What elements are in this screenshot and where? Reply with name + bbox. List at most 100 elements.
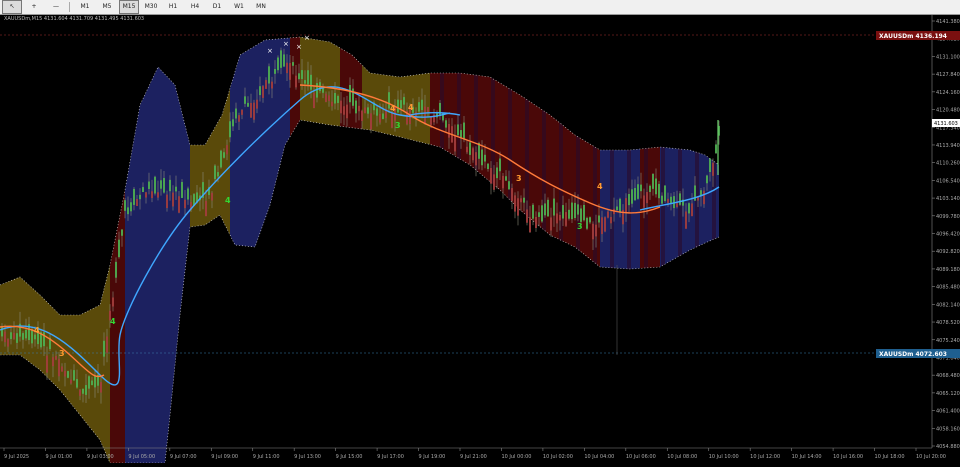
toolbar-separator: [69, 2, 70, 12]
timeframe-w1-button[interactable]: W1: [229, 0, 249, 14]
candle-body: [382, 113, 384, 120]
time-axis-label: 10 Jul 06:00: [626, 454, 656, 460]
candle-body: [457, 124, 459, 136]
candle-body: [34, 334, 36, 340]
candle-body: [487, 163, 489, 170]
candle-body: [598, 215, 600, 223]
time-axis-label: 9 Jul 2025: [4, 454, 29, 460]
candle-body: [616, 206, 618, 211]
candle-body: [148, 181, 150, 189]
candle-body: [271, 81, 273, 89]
candle-body: [64, 370, 66, 377]
candle-body: [277, 57, 279, 71]
candle-body: [619, 198, 621, 213]
price-axis-label: 4089.180: [936, 267, 960, 273]
candle-body: [634, 188, 636, 201]
candle-body: [1, 326, 3, 337]
candle-body: [283, 54, 285, 67]
price-axis-label: 4054.880: [936, 444, 960, 450]
candle-body: [571, 202, 573, 220]
candle-body: [661, 195, 663, 204]
candle-body: [265, 80, 267, 89]
candle-body: [640, 184, 642, 192]
crosshair-tool[interactable]: +: [24, 0, 44, 14]
time-axis-label: 9 Jul 15:00: [336, 454, 363, 460]
timeframe-mn-button[interactable]: MN: [251, 0, 271, 14]
candle-body: [67, 371, 69, 378]
candle-body: [289, 63, 291, 80]
timeframe-m30-button[interactable]: M30: [141, 0, 161, 14]
candle-body: [589, 217, 591, 223]
candle-body: [133, 188, 135, 205]
candle-body: [106, 336, 108, 353]
candle-body: [211, 192, 213, 201]
candle-body: [73, 370, 75, 381]
candle-body: [61, 366, 63, 372]
candle-body: [529, 217, 531, 233]
candle-body: [91, 380, 93, 386]
candle-body: [88, 376, 90, 389]
candle-body: [286, 62, 288, 74]
candle-body: [256, 99, 258, 109]
candle-body: [130, 202, 132, 212]
candle-body: [262, 86, 264, 98]
time-axis-label: 10 Jul 08:00: [667, 454, 697, 460]
wave-label: 4: [225, 196, 231, 205]
candle-body: [508, 181, 510, 190]
candle-body: [514, 195, 516, 212]
candle-body: [511, 188, 513, 201]
candle-body: [439, 102, 441, 116]
time-axis-label: 10 Jul 04:00: [584, 454, 614, 460]
candle-body: [583, 204, 585, 221]
candle-body: [685, 211, 687, 229]
candle-body: [307, 70, 309, 85]
time-axis-label: 10 Jul 16:00: [833, 454, 863, 460]
timeframe-d1-button[interactable]: D1: [207, 0, 227, 14]
candle-body: [586, 217, 588, 229]
candle-body: [10, 332, 12, 340]
candle-body: [553, 198, 555, 216]
candle-body: [469, 142, 471, 155]
candle-body: [268, 66, 270, 84]
candle-body: [481, 149, 483, 166]
candle-body: [31, 329, 33, 344]
candle-body: [52, 357, 54, 367]
timeframe-m1-button[interactable]: M1: [75, 0, 95, 14]
wave-label: 3: [516, 174, 522, 183]
candle-body: [178, 196, 180, 213]
timeframe-m5-button[interactable]: M5: [97, 0, 117, 14]
candle-body: [340, 100, 342, 114]
candle-body: [547, 199, 549, 217]
timeframe-h4-button[interactable]: H4: [185, 0, 205, 14]
candle-body: [313, 92, 315, 109]
price-axis-label: 4106.540: [936, 178, 960, 184]
candle-body: [259, 86, 261, 96]
hline-tool[interactable]: —: [46, 0, 66, 14]
chart-canvas[interactable]: 4344434334××××4141.3804134.8204131.10041…: [0, 15, 960, 464]
time-axis-label: 9 Jul 09:00: [211, 454, 238, 460]
candle-body: [16, 333, 18, 343]
candle-body: [550, 217, 552, 231]
candle-body: [370, 113, 372, 130]
candle-body: [229, 121, 231, 138]
candle-body: [502, 175, 504, 189]
pointer-tool[interactable]: ↖: [2, 0, 22, 14]
time-axis-label: 10 Jul 20:00: [916, 454, 946, 460]
timeframe-m15-button[interactable]: M15: [119, 0, 139, 14]
current-price-label: 4131.603: [934, 121, 958, 127]
candle-body: [103, 340, 105, 357]
candle-body: [418, 102, 420, 112]
price-axis-label: 4120.480: [936, 108, 960, 114]
price-axis-label: 4092.820: [936, 249, 960, 255]
candle-body: [160, 180, 162, 189]
candle-body: [637, 184, 639, 199]
candle-body: [337, 96, 339, 103]
candle-body: [220, 150, 222, 168]
candle-body: [301, 70, 303, 79]
candle-body: [355, 100, 357, 114]
timeframe-h1-button[interactable]: H1: [163, 0, 183, 14]
price-chart[interactable]: 4344434334××××4141.3804134.8204131.10041…: [0, 15, 960, 464]
candle-body: [595, 224, 597, 237]
candle-body: [13, 332, 15, 339]
lower-price-badge-label: XAUUSDm 4072.603: [879, 351, 947, 358]
